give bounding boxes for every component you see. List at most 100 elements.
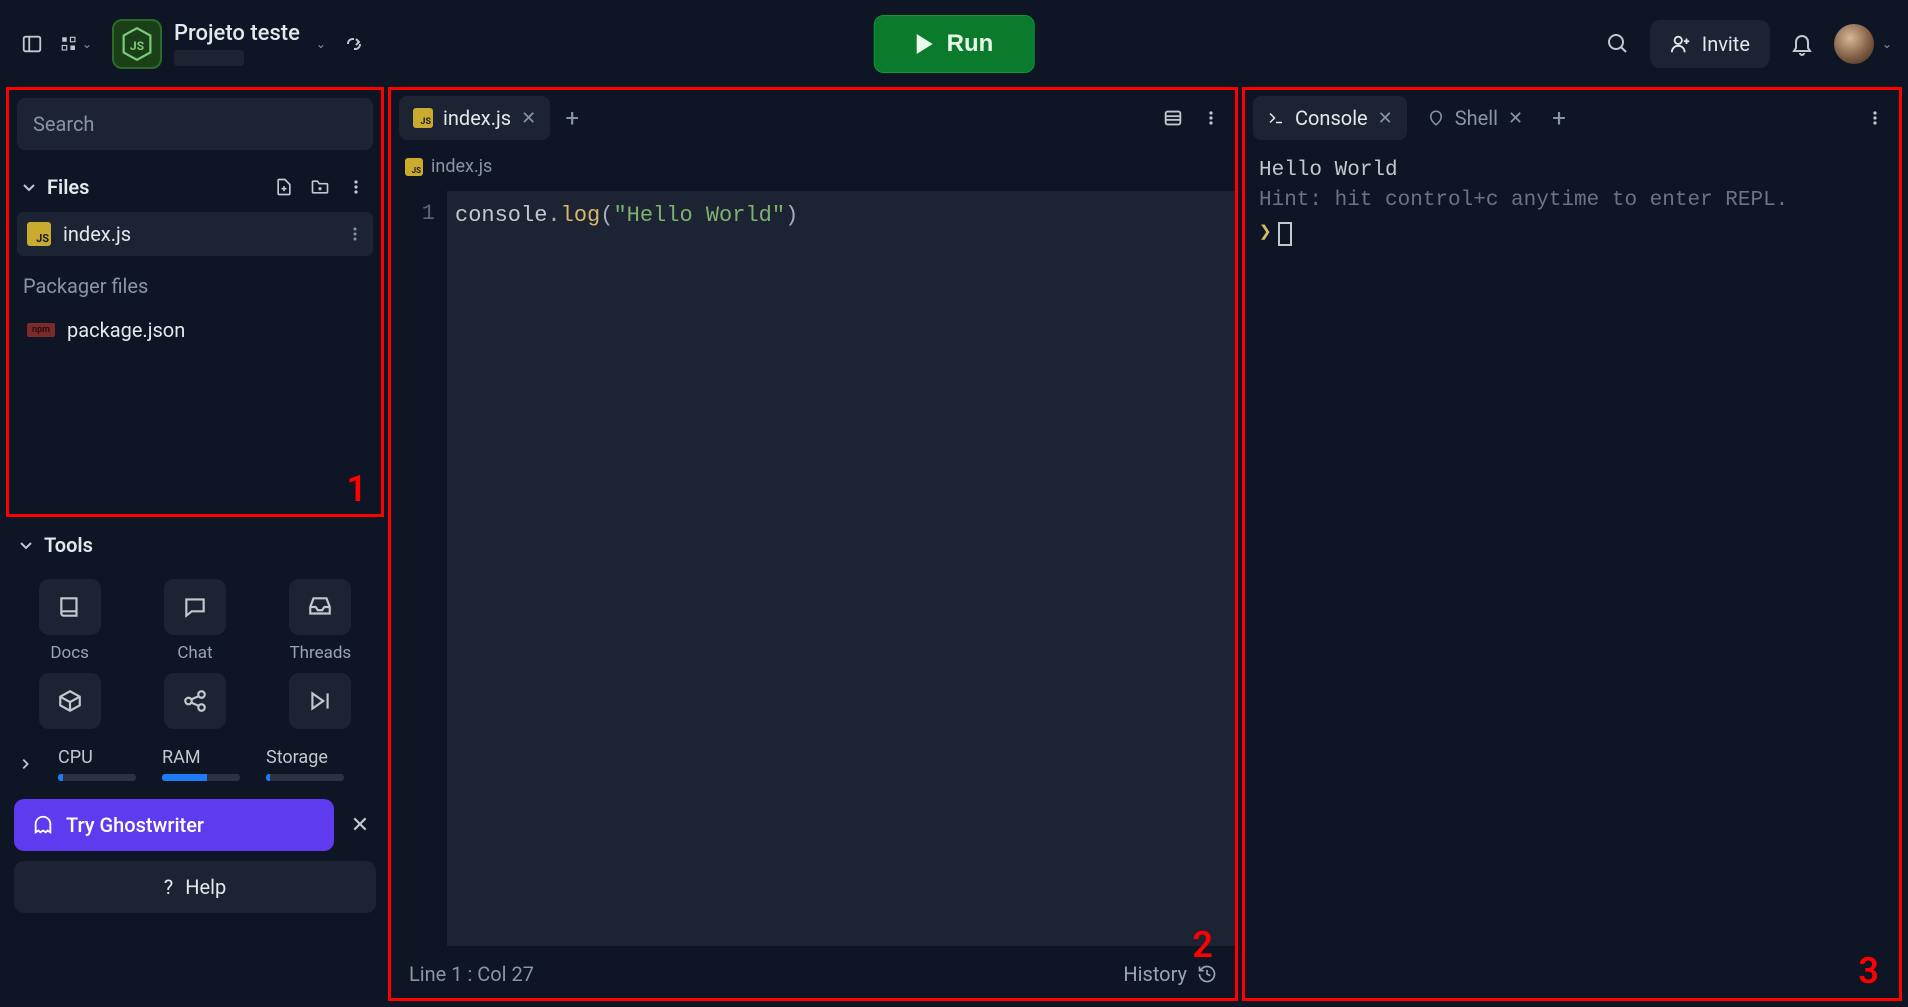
js-file-icon: JS <box>405 158 423 176</box>
new-folder-button[interactable] <box>307 174 333 200</box>
tab-index-js[interactable]: JS index.js ✕ <box>399 96 550 140</box>
console-tab-bar: Console ✕ Shell ✕ + <box>1245 90 1899 146</box>
nodejs-logo-icon: JS <box>112 19 162 69</box>
tool-label: Threads <box>289 643 351 663</box>
project-title: Projeto teste <box>174 21 300 46</box>
cursor-icon <box>1278 222 1292 246</box>
avatar <box>1834 24 1874 64</box>
tools-section-label: Tools <box>44 533 93 557</box>
console-more-button[interactable] <box>1859 102 1891 134</box>
tool-debugger[interactable] <box>265 673 376 729</box>
console-hint: Hint: hit control+c anytime to enter REP… <box>1259 186 1885 216</box>
run-button[interactable]: Run <box>874 15 1035 73</box>
console-panel: Console ✕ Shell ✕ + Hello World Hint: hi… <box>1242 87 1902 1001</box>
chevron-down-icon[interactable] <box>18 537 34 553</box>
help-label: Help <box>185 875 226 899</box>
close-tab-button[interactable]: ✕ <box>521 108 536 129</box>
file-row-index-js[interactable]: JS index.js <box>17 212 373 256</box>
editor-tab-bar: JS index.js ✕ + <box>391 90 1235 146</box>
tab-shell[interactable]: Shell ✕ <box>1413 96 1537 140</box>
tool-threads[interactable]: Threads <box>265 579 376 663</box>
region-label-1: 1 <box>346 468 367 510</box>
chevron-down-icon[interactable] <box>21 179 37 195</box>
tool-label: Chat <box>177 643 212 663</box>
editor-status-bar: Line 1 : Col 27 History <box>391 952 1235 998</box>
editor-panel: JS index.js ✕ + JS index.js 1 <box>388 87 1238 1001</box>
file-name: package.json <box>67 318 185 342</box>
new-console-tab-button[interactable]: + <box>1543 102 1575 134</box>
project-selector[interactable]: JS Projeto teste ⌄ <box>112 19 326 69</box>
line-gutter: 1 <box>391 191 447 946</box>
search-placeholder: Search <box>33 112 94 136</box>
tab-label: Shell <box>1455 106 1498 130</box>
chevron-down-icon: ⌄ <box>1882 37 1892 51</box>
npm-file-icon: npm <box>27 323 55 337</box>
invite-button[interactable]: Invite <box>1650 20 1770 68</box>
files-section-label: Files <box>47 175 89 199</box>
ghostwriter-dismiss-button[interactable]: ✕ <box>344 809 376 841</box>
file-row-package-json[interactable]: npm package.json <box>17 308 373 352</box>
breadcrumb: JS index.js <box>391 152 1235 185</box>
notifications-button[interactable] <box>1786 28 1818 60</box>
history-icon <box>1197 964 1217 984</box>
tool-packages[interactable] <box>14 673 125 729</box>
files-more-button[interactable] <box>343 174 369 200</box>
share-icon <box>182 688 208 714</box>
user-menu[interactable]: ⌄ <box>1834 24 1892 64</box>
chevron-down-icon: ⌄ <box>82 37 92 51</box>
invite-label: Invite <box>1702 32 1750 56</box>
project-subtitle-placeholder <box>174 50 244 66</box>
tool-share[interactable] <box>139 673 250 729</box>
person-plus-icon <box>1670 33 1692 55</box>
region-label-3: 3 <box>1858 950 1879 992</box>
tools-panel: Tools Docs Chat Threads <box>6 525 384 1001</box>
layout-button[interactable] <box>1157 102 1189 134</box>
console-line: Hello World <box>1259 156 1885 186</box>
new-file-button[interactable] <box>271 174 297 200</box>
new-tab-button[interactable]: + <box>556 102 588 134</box>
history-label: History <box>1123 962 1187 986</box>
chevron-right-icon <box>18 757 32 771</box>
packager-files-label: Packager files <box>17 256 373 308</box>
tool-chat[interactable]: Chat <box>139 579 250 663</box>
book-icon <box>57 594 83 620</box>
shell-icon <box>1427 109 1445 127</box>
editor-more-button[interactable] <box>1195 102 1227 134</box>
tab-console[interactable]: Console ✕ <box>1253 96 1407 140</box>
tab-label: Console <box>1295 106 1368 130</box>
help-button[interactable]: ? Help <box>14 861 376 913</box>
file-more-icon[interactable] <box>347 226 363 242</box>
play-next-icon <box>307 688 333 714</box>
apps-grid-button[interactable]: ⌄ <box>60 28 92 60</box>
ram-label: RAM <box>162 747 240 768</box>
breadcrumb-text: index.js <box>431 156 492 177</box>
console-prompt: ❯ <box>1259 219 1885 249</box>
region-label-2: 2 <box>1192 924 1213 966</box>
line-number: 1 <box>391 197 435 231</box>
cpu-label: CPU <box>58 747 136 768</box>
console-output[interactable]: Hello World Hint: hit control+c anytime … <box>1245 146 1899 998</box>
svg-text:JS: JS <box>130 39 145 53</box>
ghostwriter-icon <box>32 814 54 836</box>
code-editor[interactable]: 1 console.log("Hello World") <box>391 191 1235 946</box>
inbox-icon <box>307 594 333 620</box>
ghostwriter-button[interactable]: Try Ghostwriter <box>14 799 334 851</box>
link-icon-button[interactable] <box>338 28 370 60</box>
storage-label: Storage <box>266 747 344 768</box>
ghostwriter-label: Try Ghostwriter <box>66 813 204 837</box>
search-button[interactable] <box>1602 28 1634 60</box>
cursor-position: Line 1 : Col 27 <box>409 962 534 986</box>
app-header: ⌄ JS Projeto teste ⌄ Run <box>0 0 1908 87</box>
chat-icon <box>182 594 208 620</box>
file-name: index.js <box>63 222 131 246</box>
close-tab-button[interactable]: ✕ <box>1508 108 1523 129</box>
play-icon <box>915 33 935 55</box>
close-tab-button[interactable]: ✕ <box>1378 108 1393 129</box>
run-button-label: Run <box>947 30 994 58</box>
tool-label: Docs <box>50 643 89 663</box>
resource-meters[interactable]: CPU RAM Storage <box>14 741 376 793</box>
prompt-icon: ❯ <box>1259 219 1272 249</box>
sidebar-toggle-button[interactable] <box>16 28 48 60</box>
search-input[interactable]: Search <box>17 98 373 150</box>
tool-docs[interactable]: Docs <box>14 579 125 663</box>
